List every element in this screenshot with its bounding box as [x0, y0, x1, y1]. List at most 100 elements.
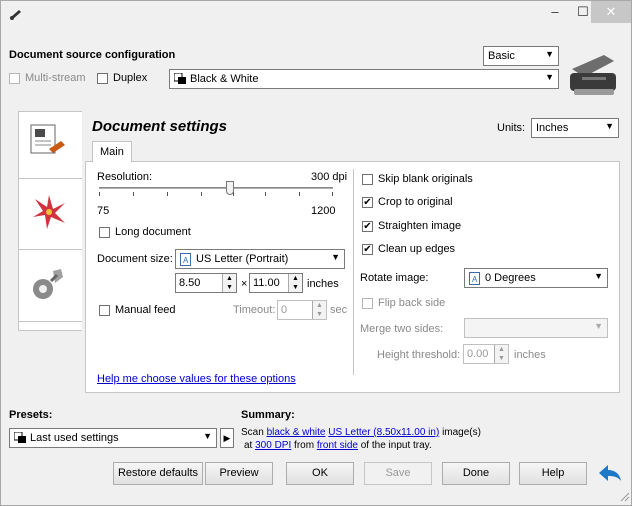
merge-sides-label: Merge two sides: — [360, 323, 444, 335]
straighten-checkbox[interactable]: ✔ — [362, 221, 373, 232]
resolution-min-label: 75 — [97, 205, 110, 217]
slider-tick — [299, 192, 300, 196]
scanner-device-icon — [570, 55, 616, 95]
slider-tick — [201, 192, 202, 196]
slider-tick — [332, 192, 333, 196]
resolution-max-label: 1200 — [311, 205, 336, 217]
image-settings-tab-icon[interactable] — [29, 191, 69, 231]
summary-dpi-link[interactable]: 300 DPI — [255, 440, 291, 451]
timeout-unit-label: sec — [330, 304, 348, 316]
back-arrow-icon[interactable] — [597, 461, 623, 485]
color-mode-select[interactable]: Black & White ▼ — [169, 69, 559, 89]
scanner-settings-window: – ☐ ✕ Document source configuration Basi… — [0, 0, 632, 506]
spin-arrows-icon[interactable]: ▲ ▼ — [288, 274, 302, 292]
slider-tick — [167, 192, 168, 196]
svg-text:A: A — [472, 275, 478, 284]
times-symbol: × — [241, 278, 248, 290]
slider-tick — [99, 192, 100, 196]
duplex-checkbox[interactable] — [97, 73, 108, 84]
straighten-label: Straighten image — [378, 220, 462, 232]
height-threshold-value: 0.00 — [467, 348, 489, 360]
duplex-label: Duplex — [113, 72, 148, 84]
document-settings-tab-icon[interactable] — [27, 119, 69, 161]
tab-main-label: Main — [100, 146, 124, 158]
page-icon: A — [469, 272, 480, 285]
height-stepper[interactable]: 11.00 ▲ ▼ — [249, 273, 303, 293]
document-size-select[interactable]: A US Letter (Portrait) ▼ — [175, 249, 345, 269]
flip-back-checkbox[interactable] — [362, 298, 373, 309]
skip-blank-checkbox[interactable] — [362, 174, 373, 185]
color-mode-icon — [14, 432, 26, 443]
chevron-down-icon: ▼ — [331, 252, 340, 262]
source-config-title: Document source configuration — [9, 49, 176, 61]
summary-label: Summary: — [241, 409, 295, 421]
manual-feed-checkbox[interactable] — [99, 305, 110, 316]
restore-defaults-button[interactable]: Restore defaults — [113, 462, 203, 485]
preset-menu-arrow-icon[interactable]: ▶ — [220, 428, 234, 448]
manual-feed-label: Manual feed — [115, 304, 176, 316]
summary-line-1: Scan black & white US Letter (8.50x11.00… — [241, 427, 481, 438]
units-value: Inches — [536, 122, 569, 134]
ok-button[interactable]: OK — [286, 462, 354, 485]
advanced-settings-tab-icon[interactable] — [27, 263, 69, 305]
chevron-down-icon: ▼ — [594, 271, 603, 281]
scanner-app-icon — [10, 10, 21, 20]
clean-edges-label: Clean up edges — [378, 243, 456, 255]
clean-edges-checkbox[interactable]: ✔ — [362, 244, 373, 255]
tab-main[interactable]: Main — [92, 141, 132, 162]
timeout-label: Timeout: — [233, 304, 276, 316]
document-size-value: US Letter (Portrait) — [196, 253, 289, 265]
width-value: 8.50 — [179, 277, 201, 289]
chevron-down-icon: ▼ — [545, 72, 554, 82]
chevron-down-icon: ▼ — [605, 121, 614, 131]
height-threshold-unit: inches — [514, 349, 546, 361]
width-stepper[interactable]: 8.50 ▲ ▼ — [175, 273, 237, 293]
column-divider — [353, 169, 354, 375]
long-document-checkbox[interactable] — [99, 227, 110, 238]
close-button[interactable]: ✕ — [591, 1, 631, 23]
summary-color-link[interactable]: black & white — [267, 427, 326, 438]
resize-grip-icon[interactable] — [620, 492, 630, 502]
summary-side-link[interactable]: front side — [317, 440, 358, 451]
page-icon: A — [180, 253, 191, 266]
units-select[interactable]: Inches ▼ — [531, 118, 619, 138]
multistream-label: Multi-stream — [25, 72, 86, 84]
slider-tick — [133, 192, 134, 196]
crop-checkbox[interactable]: ✔ — [362, 197, 373, 208]
done-button[interactable]: Done — [442, 462, 510, 485]
resolution-slider[interactable] — [99, 187, 333, 189]
rotate-image-select[interactable]: A 0 Degrees ▼ — [464, 268, 608, 288]
spin-arrows-icon[interactable]: ▲ ▼ — [222, 274, 236, 292]
save-button[interactable]: Save — [364, 462, 432, 485]
svg-text:A: A — [183, 256, 189, 265]
chevron-down-icon: ▼ — [545, 49, 554, 59]
summary-line-2: at 300 DPI from front side of the input … — [244, 440, 432, 451]
slider-tick — [265, 192, 266, 196]
units-label: Units: — [497, 122, 526, 134]
spin-arrows-icon[interactable]: ▲ ▼ — [494, 345, 508, 363]
profile-mode-value: Basic — [488, 50, 515, 62]
summary-scan: Scan — [241, 427, 264, 438]
tab-divider — [18, 321, 82, 322]
chevron-down-icon: ▼ — [594, 321, 603, 331]
resolution-value: 300 dpi — [311, 171, 348, 183]
presets-label: Presets: — [9, 409, 53, 421]
title-bar: – ☐ ✕ — [1, 1, 631, 31]
multistream-checkbox[interactable] — [9, 73, 20, 84]
minimize-button[interactable]: – — [541, 1, 569, 23]
profile-mode-select[interactable]: Basic ▼ — [483, 46, 559, 66]
preview-button[interactable]: Preview — [205, 462, 273, 485]
help-choose-values-link[interactable]: Help me choose values for these options — [97, 373, 296, 385]
chevron-down-icon: ▼ — [203, 431, 212, 441]
merge-sides-select[interactable]: ▼ — [464, 318, 608, 338]
size-unit-label: inches — [307, 278, 339, 290]
summary-size-link[interactable]: US Letter (8.50x11.00 in) — [328, 427, 439, 438]
help-button[interactable]: Help — [519, 462, 587, 485]
rotate-image-value: 0 Degrees — [485, 272, 536, 284]
skip-blank-label: Skip blank originals — [378, 173, 473, 185]
height-threshold-stepper[interactable]: 0.00 ▲ ▼ — [463, 344, 509, 364]
document-settings-title: Document settings — [92, 118, 228, 135]
spin-arrows-icon[interactable]: ▲ ▼ — [312, 301, 326, 319]
timeout-stepper[interactable]: 0 ▲ ▼ — [277, 300, 327, 320]
presets-select[interactable]: Last used settings ▼ — [9, 428, 217, 448]
